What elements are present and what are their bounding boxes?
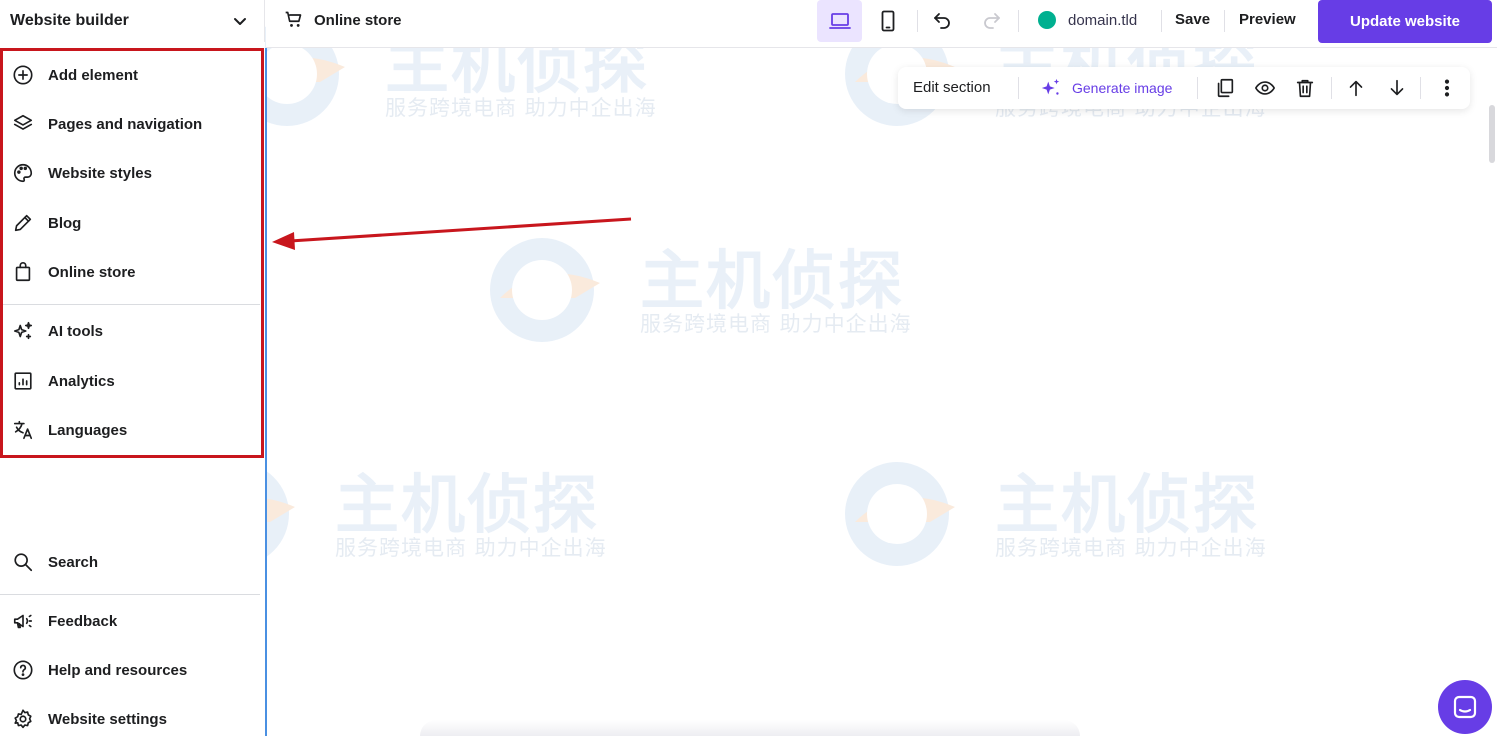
canvas-scrollbar[interactable]	[1489, 105, 1495, 163]
trash-icon	[1296, 79, 1314, 98]
generate-image-label: Generate image	[1072, 80, 1173, 96]
more-vertical-icon	[1444, 79, 1450, 97]
sidebar-item-online-store[interactable]: Online store	[10, 254, 136, 290]
toolbar-divider	[1161, 10, 1162, 32]
online-store-tab[interactable]: Online store	[284, 10, 402, 30]
sidebar-item-label: Blog	[48, 214, 82, 232]
sidebar-item-help-and-resources[interactable]: Help and resources	[10, 652, 187, 688]
sidebar-item-label: Website styles	[48, 164, 152, 182]
edit-section-button[interactable]: Edit section	[913, 79, 991, 96]
layers-icon	[10, 111, 36, 137]
section-edge-shadow	[420, 720, 1080, 736]
translate-icon	[10, 417, 36, 443]
move-down-button[interactable]	[1384, 75, 1410, 101]
sidebar-item-add-element[interactable]: Add element	[10, 57, 138, 93]
watermark-globe-icon	[845, 462, 955, 566]
sidebar-item-languages[interactable]: Languages	[10, 412, 127, 448]
annotation-arrow	[272, 217, 632, 250]
website-builder-app: 主机侦探 服务跨境电商 助力中企出海 主机侦探 服务跨境电商 助力中企出海 主机…	[0, 0, 1497, 736]
move-up-button[interactable]	[1343, 75, 1369, 101]
undo-icon	[934, 13, 950, 29]
watermark-subtitle: 服务跨境电商 助力中企出海	[995, 536, 1267, 560]
toolbar-divider	[917, 10, 918, 32]
toolbar-divider	[1420, 77, 1421, 99]
section-toolbar: Edit section Generate image	[898, 67, 1470, 109]
toolbar-divider	[1018, 10, 1019, 32]
sidebar-item-website-styles[interactable]: Website styles	[10, 155, 152, 191]
sparkles-icon	[10, 318, 36, 344]
sidebar-item-ai-tools[interactable]: AI tools	[10, 313, 103, 349]
domain-indicator[interactable]: domain.tld	[1038, 11, 1137, 29]
sidebar-header[interactable]: Website builder	[0, 0, 265, 42]
sidebar-item-pages-and-navigation[interactable]: Pages and navigation	[10, 106, 202, 142]
sparkles-icon	[1041, 78, 1060, 95]
watermark-subtitle: 服务跨境电商 助力中企出海	[385, 96, 657, 120]
chevron-down-icon[interactable]	[230, 11, 250, 31]
sidebar-item-label: Online store	[48, 263, 136, 281]
megaphone-icon	[10, 608, 36, 634]
duplicate-button[interactable]	[1212, 75, 1238, 101]
sidebar-divider	[0, 594, 260, 595]
sidebar: Website builder Add element Pages and na…	[0, 0, 265, 736]
add-circle-icon	[10, 62, 36, 88]
help-circle-icon	[10, 657, 36, 683]
sidebar-item-label: Languages	[48, 421, 128, 439]
redo-icon	[984, 13, 1000, 29]
domain-name: domain.tld	[1068, 11, 1138, 29]
shopping-bag-icon	[10, 259, 36, 285]
sidebar-edge-line	[265, 48, 267, 736]
analytics-icon	[10, 368, 36, 394]
mobile-view-button[interactable]	[866, 0, 910, 42]
eye-icon	[1255, 81, 1275, 95]
toolbar-divider	[1018, 77, 1019, 99]
sidebar-title: Website builder	[10, 12, 129, 29]
more-options-button[interactable]	[1434, 75, 1460, 101]
chat-icon	[1453, 695, 1477, 719]
sidebar-item-feedback[interactable]: Feedback	[10, 603, 117, 639]
pencil-icon	[10, 210, 36, 236]
domain-status-dot	[1038, 11, 1056, 29]
sidebar-item-website-settings[interactable]: Website settings	[10, 701, 167, 736]
toolbar-divider	[1224, 10, 1225, 32]
arrow-up-icon	[1349, 80, 1363, 97]
cart-icon	[285, 11, 302, 27]
laptop-icon	[828, 13, 851, 29]
sidebar-item-label: Website settings	[48, 710, 167, 728]
gear-icon	[10, 706, 36, 732]
redo-button[interactable]	[972, 0, 1012, 42]
generate-image-button[interactable]: Generate image	[1040, 77, 1172, 99]
sidebar-item-search[interactable]: Search	[10, 544, 98, 580]
hide-section-button[interactable]	[1252, 75, 1278, 101]
preview-button[interactable]: Preview	[1239, 11, 1296, 28]
save-button[interactable]: Save	[1175, 11, 1210, 28]
chat-support-button[interactable]	[1438, 680, 1492, 734]
search-icon	[10, 549, 36, 575]
sidebar-divider	[0, 304, 260, 305]
arrow-down-icon	[1390, 79, 1404, 96]
sidebar-item-blog[interactable]: Blog	[10, 205, 81, 241]
sidebar-item-label: Feedback	[48, 612, 118, 630]
watermark-subtitle: 服务跨境电商 助力中企出海	[640, 312, 912, 336]
delete-section-button[interactable]	[1292, 75, 1318, 101]
sidebar-item-label: Add element	[48, 66, 139, 84]
toolbar-divider	[1331, 77, 1332, 99]
palette-icon	[10, 160, 36, 186]
phone-icon	[881, 10, 895, 32]
sidebar-item-label: Pages and navigation	[48, 115, 203, 133]
update-website-button[interactable]: Update website	[1318, 0, 1492, 43]
sidebar-item-label: Analytics	[48, 372, 115, 390]
sidebar-item-label: AI tools	[48, 322, 103, 340]
online-store-label: Online store	[314, 11, 402, 29]
sidebar-item-analytics[interactable]: Analytics	[10, 363, 115, 399]
top-bar: Online store domain.tld Save Preview Upd…	[266, 0, 1497, 48]
toolbar-divider	[1197, 77, 1198, 99]
undo-button[interactable]	[922, 0, 962, 42]
watermark-subtitle: 服务跨境电商 助力中企出海	[335, 536, 607, 560]
sidebar-item-label: Search	[48, 553, 99, 571]
sidebar-item-label: Help and resources	[48, 661, 188, 679]
desktop-view-button[interactable]	[817, 0, 862, 42]
copy-icon	[1217, 78, 1234, 98]
